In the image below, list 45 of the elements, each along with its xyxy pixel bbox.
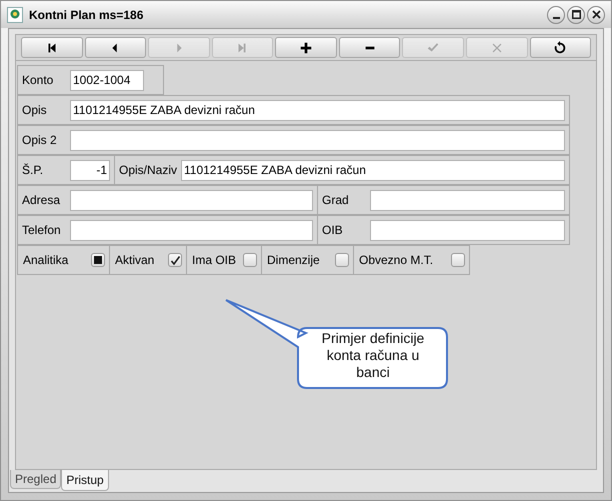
checkbox[interactable] [243,253,257,267]
input-field[interactable]: 1101214955E ZABA devizni račun [181,160,565,180]
checkbox[interactable] [335,253,349,267]
input-field[interactable]: 1101214955E ZABA devizni račun [70,100,565,120]
plus-icon [299,40,314,54]
tab[interactable]: Pregled [10,470,62,489]
checkbox-label: Aktivan [115,252,154,269]
checkbox[interactable] [91,253,105,267]
field-label: Opis [22,102,48,119]
input-field[interactable] [370,220,565,240]
checkbox[interactable] [168,253,182,267]
app-logo-icon [7,6,23,22]
close-icon [592,10,600,19]
input-field[interactable]: 1002-1004 [70,70,144,90]
input-field[interactable] [370,190,565,210]
checkbox-label: Obvezno M.T. [359,252,434,269]
input-field[interactable] [70,130,565,150]
maximize-button[interactable] [567,6,585,24]
tab[interactable]: Pristup [61,470,109,491]
checkbox-label: Analitika [23,252,68,269]
field-label: Grad [322,192,350,209]
toolbar-button[interactable] [530,37,592,58]
minimize-button[interactable] [547,6,565,24]
minimize-icon [552,16,560,18]
checkmark-icon [426,40,440,54]
field-label: Konto [22,72,54,89]
close-button[interactable] [587,6,605,24]
field-label: OIB [322,222,344,239]
toolbar-button[interactable] [275,37,337,58]
field-label: Š.P. [22,162,44,179]
field-label: Opis/Naziv [119,162,177,179]
callout-text: Primjer definicije konta računa u banci [320,330,426,381]
checkbox-label: Ima OIB [192,252,236,269]
field-label: Telefon [22,222,62,239]
input-field[interactable] [70,220,313,240]
checkbox-label: Dimenzije [267,252,320,269]
field-label: Adresa [22,192,62,209]
window-title: Kontni Plan ms=186 [29,6,144,24]
field-label: Opis 2 [22,132,58,149]
toolbar-button[interactable] [21,37,83,58]
maximize-icon [572,10,580,19]
refresh-icon [553,40,568,54]
input-field[interactable]: -1 [70,160,110,180]
checkbox[interactable] [451,253,465,267]
input-field[interactable] [70,190,313,210]
